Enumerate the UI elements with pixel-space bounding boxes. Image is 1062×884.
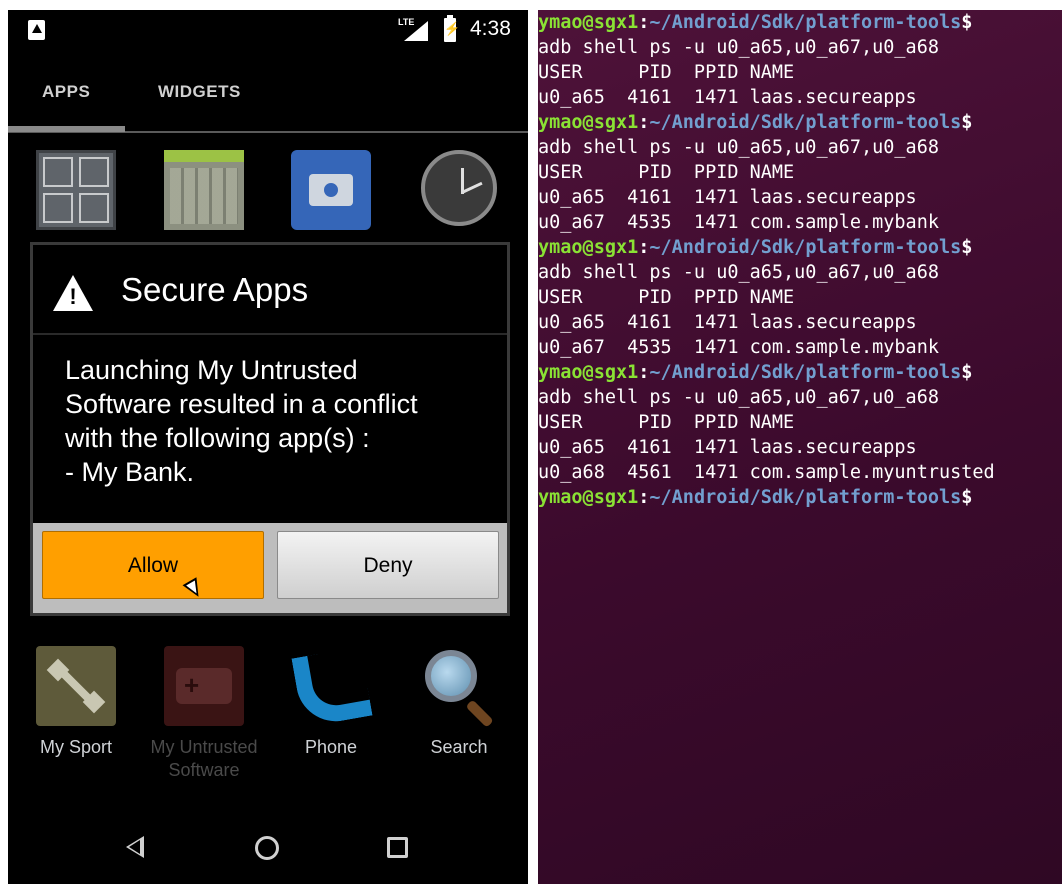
terminal-output-line: u0_a65 4161 1471 laas.secureapps [538,312,917,333]
dialog-message-line: Software resulted in a conflict [65,389,418,419]
terminal-output-line: u0_a67 4535 1471 com.sample.mybank [538,212,939,233]
app-label: My Untrusted Software [150,737,258,780]
app-clock[interactable] [394,150,524,226]
prompt-separator: : [638,237,650,258]
terminal-output-line: u0_a65 4161 1471 laas.secureapps [538,87,917,108]
terminal-output-line: adb shell ps -u u0_a65,u0_a67,u0_a68 [538,137,939,158]
prompt-separator: : [638,362,650,383]
tab-apps[interactable]: APPS [42,82,90,102]
dialog-message-line: with the following app(s) : [65,423,370,453]
app-my-sport[interactable]: My Sport [11,646,141,759]
prompt-user-host: ymao@sgx1 [538,362,639,383]
prompt-path: ~/Android/Sdk/platform-tools [649,362,962,383]
tab-widgets[interactable]: WIDGETS [158,82,241,102]
terminal-output-line: USER PID PPID NAME [538,412,795,433]
app-label: Search [430,737,488,757]
prompt-separator: : [638,12,650,33]
prompt-separator: : [638,487,650,508]
phone-icon [291,646,373,728]
terminal-output-line: adb shell ps -u u0_a65,u0_a67,u0_a68 [538,262,939,283]
terminal-output-line: u0_a67 4535 1471 com.sample.mybank [538,337,939,358]
terminal-prompt-line: ymao@sgx1:~/Android/Sdk/platform-tools$ [538,110,1062,135]
app-search[interactable]: Search [394,646,524,759]
terminal-output-line: adb shell ps -u u0_a65,u0_a67,u0_a68 [538,387,939,408]
terminal-output-line: u0_a68 4561 1471 com.sample.myuntrusted [538,462,995,483]
clock-icon [421,150,497,226]
camera-icon [291,150,371,230]
app-drawer-tabs: APPS WIDGETS [8,74,528,134]
app-my-untrusted-software[interactable]: My Untrusted Software [139,646,269,782]
app-phone[interactable]: Phone [266,646,396,759]
prompt-symbol: $ [961,12,973,33]
back-icon[interactable] [126,836,144,858]
dialog-title: Secure Apps [121,271,309,308]
terminal-window[interactable]: ymao@sgx1:~/Android/Sdk/platform-tools$ a… [538,10,1062,884]
prompt-symbol: $ [961,237,973,258]
notification-icon [28,20,45,40]
tab-selected-indicator [8,126,125,132]
prompt-user-host: ymao@sgx1 [538,487,639,508]
terminal-output-line: USER PID PPID NAME [538,162,795,183]
dialog-message: Launching My Untrusted Software resulted… [65,353,495,489]
prompt-path: ~/Android/Sdk/platform-tools [649,237,962,258]
status-bar: LTE ⚡ 4:38 [8,10,528,50]
terminal-output: ymao@sgx1:~/Android/Sdk/platform-tools$ a… [538,10,1062,510]
terminal-output-line: u0_a65 4161 1471 laas.secureapps [538,437,917,458]
terminal-output-line: USER PID PPID NAME [538,62,795,83]
prompt-user-host: ymao@sgx1 [538,237,639,258]
allow-button[interactable]: Allow [42,531,264,599]
calculator-icon [36,150,116,230]
terminal-output-line: adb shell ps -u u0_a65,u0_a67,u0_a68 [538,37,939,58]
calendar-icon [164,150,244,230]
app-label: Phone [304,737,358,757]
navigation-bar [8,810,528,884]
dialog-message-line: Launching My Untrusted [65,355,358,385]
prompt-symbol: $ [961,112,973,133]
prompt-path: ~/Android/Sdk/platform-tools [649,487,962,508]
dialog-message-line: - My Bank. [65,457,195,487]
app-label: My Sport [39,737,113,757]
home-icon[interactable] [255,836,279,860]
warning-icon: ! [53,275,93,311]
terminal-output-line: USER PID PPID NAME [538,287,795,308]
recent-apps-icon[interactable] [387,837,408,858]
prompt-path: ~/Android/Sdk/platform-tools [649,112,962,133]
prompt-separator: : [638,112,650,133]
app-calculator[interactable] [11,150,141,230]
dialog-button-bar: Allow Deny [33,523,507,613]
secure-apps-dialog: ! Secure Apps Launching My Untrusted Sof… [30,242,510,616]
prompt-path: ~/Android/Sdk/platform-tools [649,12,962,33]
terminal-output-line: u0_a65 4161 1471 laas.secureapps [538,187,917,208]
prompt-symbol: $ [961,362,973,383]
prompt-user-host: ymao@sgx1 [538,112,639,133]
dialog-header: ! Secure Apps [33,245,507,335]
lte-signal-icon: LTE [398,17,432,42]
app-camera[interactable] [266,150,396,230]
status-time: 4:38 [470,17,511,40]
android-screen: LTE ⚡ 4:38 APPS WIDGETS My Sport + My Un… [8,10,528,884]
app-calendar[interactable] [139,150,269,230]
terminal-prompt-line: ymao@sgx1:~/Android/Sdk/platform-tools$ [538,10,1062,35]
magnifier-icon [419,646,499,728]
terminal-prompt-line: ymao@sgx1:~/Android/Sdk/platform-tools$ [538,235,1062,260]
terminal-prompt-line: ymao@sgx1:~/Android/Sdk/platform-tools$ [538,360,1062,385]
dumbbell-icon [36,646,116,726]
prompt-user-host: ymao@sgx1 [538,12,639,33]
gamepad-icon [164,646,244,726]
battery-charging-icon: ⚡ [444,15,460,42]
prompt-symbol: $ [961,487,973,508]
deny-button[interactable]: Deny [277,531,499,599]
terminal-prompt-line: ymao@sgx1:~/Android/Sdk/platform-tools$ [538,485,1062,510]
